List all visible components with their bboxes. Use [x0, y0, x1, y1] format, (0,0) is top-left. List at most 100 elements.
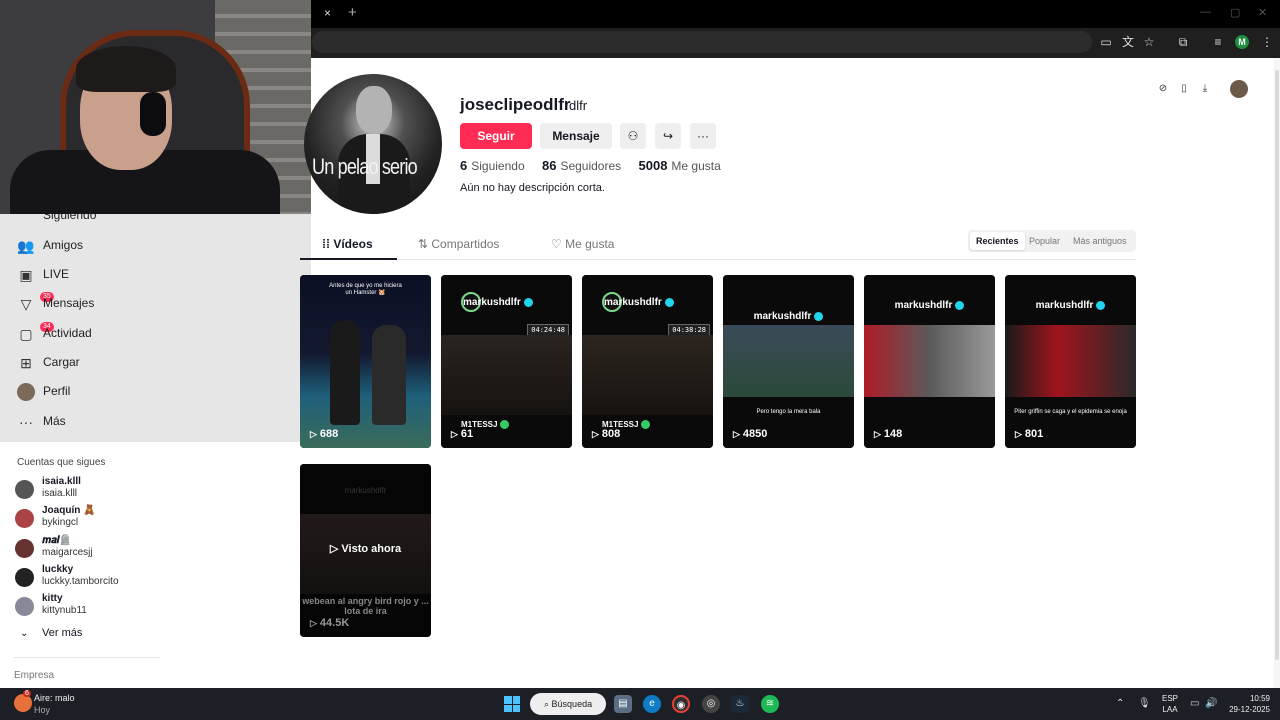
network-icon[interactable]: ▭ — [1190, 698, 1199, 709]
play-icon: ▷ — [733, 429, 740, 439]
maximize-icon[interactable]: ▢ — [1230, 6, 1240, 19]
footer-link-company[interactable]: Empresa — [14, 670, 54, 681]
play-icon: ▷ — [329, 543, 342, 555]
share-icon[interactable]: ↪ — [655, 123, 681, 149]
watched-now-label: ▷ Visto ahora — [300, 542, 431, 555]
account-avatar — [15, 509, 34, 528]
sidebar-item-more[interactable]: ··· Más — [0, 408, 311, 436]
tab-liked[interactable]: ♡ Me gusta — [551, 237, 614, 251]
see-more-button[interactable]: ⌄ Ver más — [20, 627, 82, 639]
download-icon[interactable]: ⤓ — [1198, 82, 1212, 96]
video-header-text: Antes de que yo me hiciera un Hamster 🐹 — [329, 283, 402, 296]
spotify-icon[interactable]: ≋ — [761, 695, 779, 713]
video-card[interactable]: markushdlfr Pero tengo la mera bala ▷ 485… — [723, 275, 854, 448]
profile-avatar-large[interactable]: Un pelao serio — [304, 74, 442, 214]
compass-icon[interactable]: ⊘ — [1156, 82, 1170, 96]
cast-icon[interactable]: ▭ — [1098, 34, 1114, 50]
sort-popular[interactable]: Popular — [1029, 236, 1060, 246]
sort-toggle: Recientes Popular Más antiguos — [968, 230, 1136, 252]
search-label: Búsqueda — [551, 699, 593, 709]
bookmark-star-icon[interactable]: ☆ — [1141, 34, 1157, 50]
follow-button[interactable]: Seguir — [460, 123, 532, 149]
windows-start-icon[interactable] — [504, 696, 520, 712]
taskbar-search[interactable]: ⌕ Búsqueda — [530, 693, 606, 715]
avatar-face — [356, 86, 392, 134]
add-friend-icon[interactable]: ⚇ — [620, 123, 646, 149]
video-card[interactable]: markushdlfr Piter griffin se caga y el e… — [1005, 275, 1136, 448]
browser-menu-icon[interactable]: ⋮ — [1259, 34, 1275, 50]
video-card[interactable]: markushdlfr 04:38:28 M1TESSJ ▷ 808 — [582, 275, 713, 448]
translate-icon[interactable]: 文 — [1120, 34, 1136, 50]
weather-icon[interactable] — [14, 694, 32, 712]
following-account[interactable]: 𝒎𝒂𝒊🪦 maigarcesjj — [15, 535, 215, 561]
following-title: Cuentas que sigues — [17, 457, 106, 468]
sidebar-item-friends[interactable]: 👥 Amigos — [0, 232, 311, 260]
mobile-icon[interactable]: ▯ — [1177, 82, 1191, 96]
minimize-icon[interactable]: — — [1200, 6, 1211, 18]
reading-list-icon[interactable]: ≡ — [1210, 34, 1226, 50]
play-icon: ▷ — [1015, 429, 1022, 439]
obs-icon[interactable]: ◎ — [702, 695, 720, 713]
sort-oldest[interactable]: Más antiguos — [1073, 236, 1127, 246]
language-indicator[interactable]: ESP LAA — [1162, 693, 1178, 715]
system-clock[interactable]: 10:59 29-12-2025 — [1228, 693, 1270, 715]
followers-label[interactable]: Seguidores — [560, 159, 621, 173]
channel-name: markushdlfr — [463, 297, 521, 308]
edge-icon[interactable]: e — [643, 695, 661, 713]
grid-icon: ⁞⁞ — [322, 237, 334, 251]
following-account[interactable]: luckky luckky.tamborcito — [15, 564, 215, 590]
video-card[interactable]: Antes de que yo me hiciera un Hamster 🐹 … — [300, 275, 431, 448]
sidebar-item-label: Mensajes — [43, 296, 95, 310]
file-explorer-icon[interactable]: ▤ — [614, 695, 632, 713]
chrome-icon[interactable]: ◉ — [672, 695, 690, 713]
webcam-headset — [140, 92, 166, 136]
volume-icon[interactable]: 🔊 — [1205, 698, 1217, 709]
account-username: bykingcl — [42, 517, 79, 528]
extensions-icon[interactable]: ⧉ — [1175, 34, 1191, 50]
tab-label: Compartidos — [431, 237, 500, 251]
window-close-icon[interactable]: ✕ — [1258, 6, 1267, 19]
top-right-actions: ⊘ ▯ ⤓ — [1150, 80, 1254, 100]
show-hidden-icons-icon[interactable]: ⌃ — [1116, 698, 1124, 709]
sidebar-item-upload[interactable]: ⊞ Cargar — [0, 349, 311, 377]
video-card[interactable]: markushdlfr ▷ 148 — [864, 275, 995, 448]
video-card[interactable]: markushdlfr 04:24:48 M1TESSJ ▷ 61 — [441, 275, 572, 448]
tab-videos[interactable]: ⁞⁞ Vídeos — [322, 237, 373, 251]
play-icon: ▷ — [310, 618, 317, 628]
followers-count: 86 — [541, 158, 557, 173]
tab-shared[interactable]: ⇅ Compartidos — [418, 237, 499, 251]
friends-icon: 👥 — [17, 238, 35, 254]
webcam-overlay — [0, 0, 311, 214]
sidebar-item-activity[interactable]: ▢ 34 Actividad — [0, 320, 311, 348]
sidebar-item-label: Amigos — [43, 238, 84, 252]
channel-name: markushdlfr — [1035, 300, 1094, 311]
verified-icon — [641, 420, 651, 430]
sidebar-item-messages[interactable]: ▽ 35 Mensajes — [0, 290, 311, 318]
following-account[interactable]: Joaquín 🧸 bykingcl — [15, 505, 215, 531]
channel-name: markushdlfr — [753, 311, 812, 322]
sidebar-item-live[interactable]: ▣ LIVE — [0, 261, 311, 289]
likes-label: Me gusta — [671, 159, 721, 173]
following-account[interactable]: isaia.klll isaia.klll — [15, 476, 215, 502]
microphone-icon[interactable]: 🎙 — [1138, 698, 1151, 709]
weather-title[interactable]: Aire: malo — [34, 693, 75, 703]
sort-recent[interactable]: Recientes — [970, 232, 1025, 250]
weather-badge: 6 — [23, 690, 31, 697]
message-button[interactable]: Mensaje — [540, 123, 612, 149]
new-tab-icon[interactable]: + — [348, 4, 357, 21]
steam-icon[interactable]: ♨ — [731, 695, 749, 713]
browser-profile-avatar[interactable]: M — [1235, 35, 1249, 49]
page-scrollbar[interactable] — [1275, 70, 1279, 660]
sidebar-nav: Siguiendo 👥 Amigos ▣ LIVE ▽ 35 Mensajes ▢… — [0, 208, 311, 442]
close-tab-icon[interactable]: × — [324, 6, 331, 20]
more-options-icon[interactable]: ··· — [690, 123, 716, 149]
following-account[interactable]: kitty kittynub11 — [15, 593, 215, 619]
channel-name: markushdlfr — [604, 297, 662, 308]
video-card-watched[interactable]: markushdlfr webean al angry bird rojo y … — [300, 464, 431, 637]
video-scene — [300, 315, 431, 425]
user-avatar[interactable] — [1230, 80, 1248, 98]
address-bar[interactable] — [312, 31, 1092, 53]
sidebar-item-profile[interactable]: Perfil — [0, 378, 311, 406]
video-scene — [582, 335, 713, 415]
following-label[interactable]: Siguiendo — [471, 159, 524, 173]
